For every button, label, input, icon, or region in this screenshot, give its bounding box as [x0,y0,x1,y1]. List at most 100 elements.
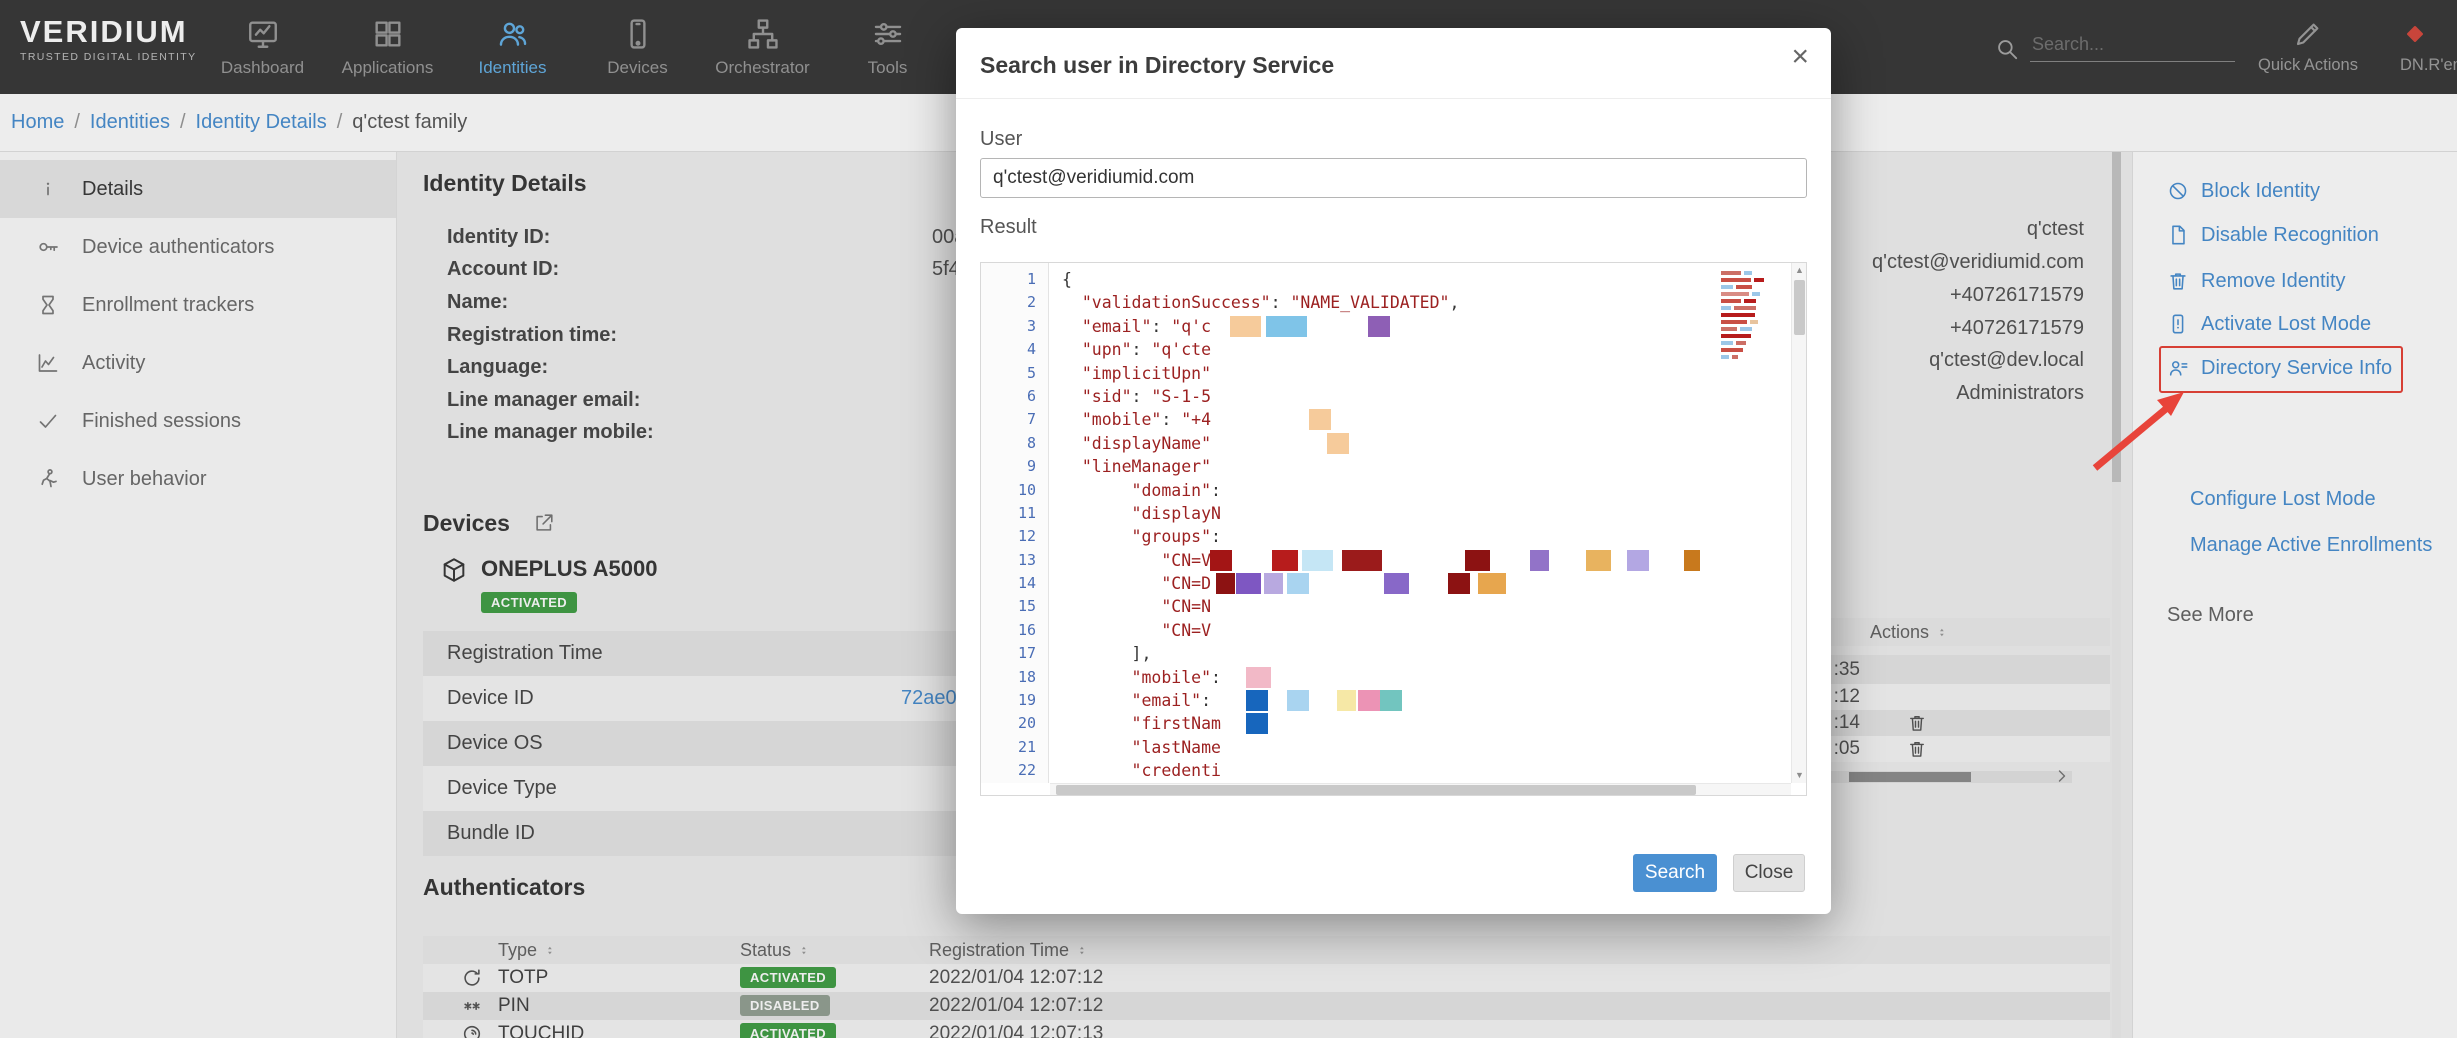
minimap-row [1721,299,1787,303]
editor-line-number: 19 [981,689,1048,712]
editor-line-number: 7 [981,408,1048,431]
minimap-mark [1754,278,1764,282]
code-text: "groups": [1062,527,1221,546]
minimap-row [1721,285,1787,289]
modal-divider [956,98,1831,99]
scroll-down-icon[interactable]: ▼ [1792,768,1807,783]
minimap-mark [1721,271,1741,275]
code-text: "sid": "S-1-5 [1062,387,1211,406]
result-code-editor[interactable]: 12345678910111213141516171819202122 { "v… [980,262,1807,796]
code-text: "lineManager" [1062,457,1211,476]
code-line: "validationSuccess": "NAME_VALIDATED", [1050,291,1791,314]
redaction-block [1230,316,1261,337]
editor-line-number: 8 [981,432,1048,455]
redaction-block [1264,573,1283,594]
editor-line-number: 2 [981,291,1048,314]
code-text: "implicitUpn" [1062,364,1211,383]
redaction-block [1246,667,1271,688]
redaction-block [1530,550,1549,571]
code-line: "email": "q'c [1050,315,1791,338]
editor-code: { "validationSuccess": "NAME_VALIDATED",… [1050,263,1791,783]
close-button[interactable]: Close [1733,854,1805,892]
editor-vscrollbar[interactable]: ▲ ▼ [1791,263,1806,783]
code-text: { [1062,270,1072,289]
editor-line-number: 15 [981,595,1048,618]
code-line: "mobile": [1050,666,1791,689]
editor-vscroll-thumb[interactable] [1794,280,1805,335]
code-text: ], [1062,644,1151,663]
veridium-admin-screen: VERIDIUM TRUSTED DIGITAL IDENTITY Dashbo… [0,0,2457,1038]
editor-hscroll-thumb[interactable] [1056,785,1696,795]
code-line: "CN=V [1050,619,1791,642]
minimap-mark [1744,271,1752,275]
minimap-row [1721,341,1787,345]
editor-line-number: 3 [981,315,1048,338]
minimap-mark [1750,320,1758,324]
code-line: "displayN [1050,502,1791,525]
redaction-block [1384,573,1409,594]
editor-line-number: 14 [981,572,1048,595]
minimap-mark [1734,306,1756,310]
minimap-mark [1736,285,1752,289]
code-line: "CN=N [1050,595,1791,618]
editor-line-number: 12 [981,525,1048,548]
editor-line-number: 4 [981,338,1048,361]
code-line: "email": [1050,689,1791,712]
redaction-block [1210,550,1232,571]
redaction-block [1337,690,1356,711]
code-text: "credenti [1062,761,1221,780]
minimap-mark [1752,292,1760,296]
redaction-block [1216,573,1235,594]
code-text: "lastName [1062,738,1221,757]
editor-line-number: 1 [981,268,1048,291]
redaction-block [1287,690,1309,711]
minimap-mark [1740,327,1752,331]
annotation-arrow [2085,390,2195,475]
close-icon[interactable]: × [1791,42,1809,72]
code-text: "displayName" [1062,434,1211,453]
minimap-mark [1721,299,1741,303]
redaction-block [1236,573,1261,594]
user-input[interactable] [980,158,1807,198]
editor-line-number: 5 [981,362,1048,385]
minimap-row [1721,348,1787,352]
minimap-mark [1721,292,1749,296]
editor-line-number: 21 [981,736,1048,759]
editor-line-number: 18 [981,666,1048,689]
scroll-up-icon[interactable]: ▲ [1792,263,1807,278]
redaction-block [1246,713,1268,734]
redaction-block [1327,433,1349,454]
code-line: "lastName [1050,736,1791,759]
redaction-block [1342,550,1382,571]
code-line: ], [1050,642,1791,665]
code-line: "mobile": "+4 [1050,408,1791,431]
directory-search-modal: Search user in Directory Service × User … [956,28,1831,914]
minimap-mark [1721,320,1747,324]
editor-hscrollbar[interactable] [1050,783,1791,795]
minimap-mark [1721,313,1755,317]
code-text: "CN=D [1062,574,1211,593]
editor-line-number: 6 [981,385,1048,408]
minimap-row [1721,313,1787,317]
minimap-mark [1732,355,1738,359]
code-text: "CN=N [1062,597,1211,616]
search-button[interactable]: Search [1633,854,1717,892]
redaction-block [1380,690,1402,711]
editor-line-number: 20 [981,712,1048,735]
minimap-row [1721,278,1787,282]
redaction-block [1309,409,1331,430]
minimap-mark [1744,299,1756,303]
minimap-mark [1721,348,1743,352]
redaction-block [1586,550,1611,571]
redaction-block [1302,550,1333,571]
minimap-mark [1721,341,1733,345]
minimap-row [1721,271,1787,275]
code-line: "credenti [1050,759,1791,782]
redaction-block [1358,690,1380,711]
minimap-mark [1736,341,1746,345]
editor-line-number: 22 [981,759,1048,782]
redaction-block [1448,573,1470,594]
editor-line-number: 11 [981,502,1048,525]
code-text: "CN=V [1062,621,1211,640]
code-line: "sid": "S-1-5 [1050,385,1791,408]
